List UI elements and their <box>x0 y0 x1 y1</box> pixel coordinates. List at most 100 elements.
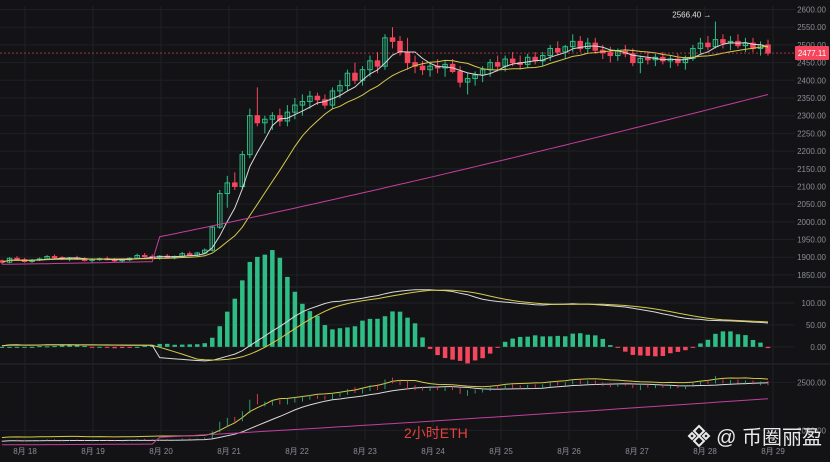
macd-histogram-bar <box>487 346 493 354</box>
macd-histogram-bar <box>134 346 140 348</box>
candle-body <box>254 115 261 124</box>
macd-histogram-bar <box>225 311 230 347</box>
macd-histogram-bar <box>397 311 403 347</box>
macd-histogram-bar <box>547 336 553 347</box>
time-tick-label: 8月 21 <box>217 447 241 456</box>
binance-logo-icon <box>687 424 711 447</box>
macd-histogram-bar <box>210 337 215 347</box>
macd-histogram-bar <box>352 326 358 347</box>
chart-caption: 2小时ETH <box>404 425 468 441</box>
macd-histogram-bar <box>112 346 117 349</box>
time-tick-label: 8月 25 <box>489 447 513 456</box>
macd-histogram-bar <box>89 346 95 348</box>
candle-body <box>232 182 238 187</box>
last-price-label: 2477.11 <box>798 49 827 58</box>
macd-histogram-bar <box>195 344 200 347</box>
macd-histogram-bar <box>720 331 726 347</box>
macd-histogram-bar <box>450 346 455 360</box>
macd-histogram-bar <box>142 345 147 347</box>
candle-body <box>14 257 20 261</box>
candle-body <box>141 254 148 258</box>
macd-histogram-bar <box>7 346 12 348</box>
macd-histogram-bar <box>510 338 515 347</box>
macd-histogram-bar <box>337 328 343 347</box>
macd-histogram-bar <box>728 331 733 347</box>
macd-histogram-bar <box>232 298 238 347</box>
indicator-tick-label: 2500.00 <box>797 378 826 387</box>
macd-histogram-bar <box>345 327 350 347</box>
macd-histogram-bar <box>412 323 418 347</box>
macd-histogram-bar <box>615 346 621 348</box>
macd-histogram-bar <box>277 257 283 347</box>
macd-histogram-bar <box>495 346 500 348</box>
candle-body <box>509 58 516 64</box>
macd-histogram-bar <box>427 346 433 349</box>
candle-body <box>389 37 396 42</box>
macd-histogram-bar <box>172 344 177 347</box>
macd-histogram-bar <box>585 334 591 347</box>
candle-body <box>419 65 426 71</box>
price-tick-label: 2100.00 <box>797 182 826 191</box>
macd-histogram-bar <box>593 335 598 347</box>
price-tick-label: 2350.00 <box>797 94 826 103</box>
macd-histogram-bar <box>315 315 320 347</box>
time-tick-label: 8月 20 <box>149 447 173 456</box>
candle-body <box>397 40 403 53</box>
macd-histogram-bar <box>255 256 260 347</box>
time-tick-label: 8月 23 <box>353 447 377 456</box>
macd-histogram-bar <box>765 346 771 349</box>
macd-histogram-bar <box>645 346 651 356</box>
price-tick-label: 2550.00 <box>797 23 826 32</box>
watermark-text: @ 币圈丽盈 <box>716 427 822 449</box>
price-tick-label: 2400.00 <box>797 76 826 85</box>
macd-histogram-bar <box>502 341 508 347</box>
macd-histogram-bar <box>405 317 410 347</box>
macd-histogram-bar <box>202 343 208 347</box>
candle-body <box>720 39 726 44</box>
candle-body <box>645 57 651 61</box>
macd-histogram-bar <box>330 329 335 347</box>
macd-histogram-bar <box>578 333 583 347</box>
macd-histogram-bar <box>435 346 440 356</box>
macd-histogram-bar <box>705 339 711 347</box>
time-tick-label: 8月 24 <box>421 447 445 456</box>
candle-body <box>314 95 321 101</box>
macd-histogram-bar <box>570 333 575 347</box>
macd-histogram-bar <box>442 346 448 359</box>
time-tick-label: 8月 26 <box>557 447 581 456</box>
macd-histogram-bar <box>540 336 545 347</box>
macd-histogram-bar <box>367 318 373 347</box>
price-tick-label: 2150.00 <box>797 165 826 174</box>
macd-tick-label: 100.00 <box>802 299 827 308</box>
price-tick-label: 1850.00 <box>797 271 826 280</box>
macd-histogram-bar <box>660 346 666 357</box>
candle-body <box>374 60 381 67</box>
candle-body <box>494 62 501 67</box>
macd-histogram-bar <box>532 335 538 347</box>
macd-histogram-bar <box>517 336 523 347</box>
macd-histogram-bar <box>29 346 35 348</box>
macd-histogram-bar <box>97 346 102 348</box>
macd-histogram-bar <box>683 346 688 351</box>
high-price-marker: 2566.40 → <box>672 10 711 19</box>
macd-tick-label: 0.00 <box>810 343 826 352</box>
macd-histogram-bar <box>420 337 425 347</box>
macd-histogram-bar <box>37 346 42 348</box>
macd-histogram-bar <box>555 335 560 347</box>
macd-histogram-bar <box>307 311 313 347</box>
macd-histogram-bar <box>59 345 65 347</box>
macd-histogram-bar <box>608 345 613 347</box>
macd-histogram-bar <box>164 343 170 347</box>
time-tick-label: 8月 18 <box>13 447 37 456</box>
macd-histogram-bar <box>375 318 380 347</box>
candle-body <box>51 256 58 259</box>
macd-histogram-bar <box>690 346 696 348</box>
macd-histogram-bar <box>472 346 478 361</box>
time-tick-label: 8月 19 <box>81 447 105 456</box>
macd-histogram-bar <box>457 346 463 361</box>
candlestick-chart: 2566.40 → 2600.002550.002500.002450.0024… <box>0 0 830 462</box>
macd-histogram-bar <box>743 335 748 347</box>
macd-histogram-bar <box>390 311 395 347</box>
macd-histogram-bar <box>285 276 290 347</box>
macd-histogram-bar <box>562 336 568 347</box>
